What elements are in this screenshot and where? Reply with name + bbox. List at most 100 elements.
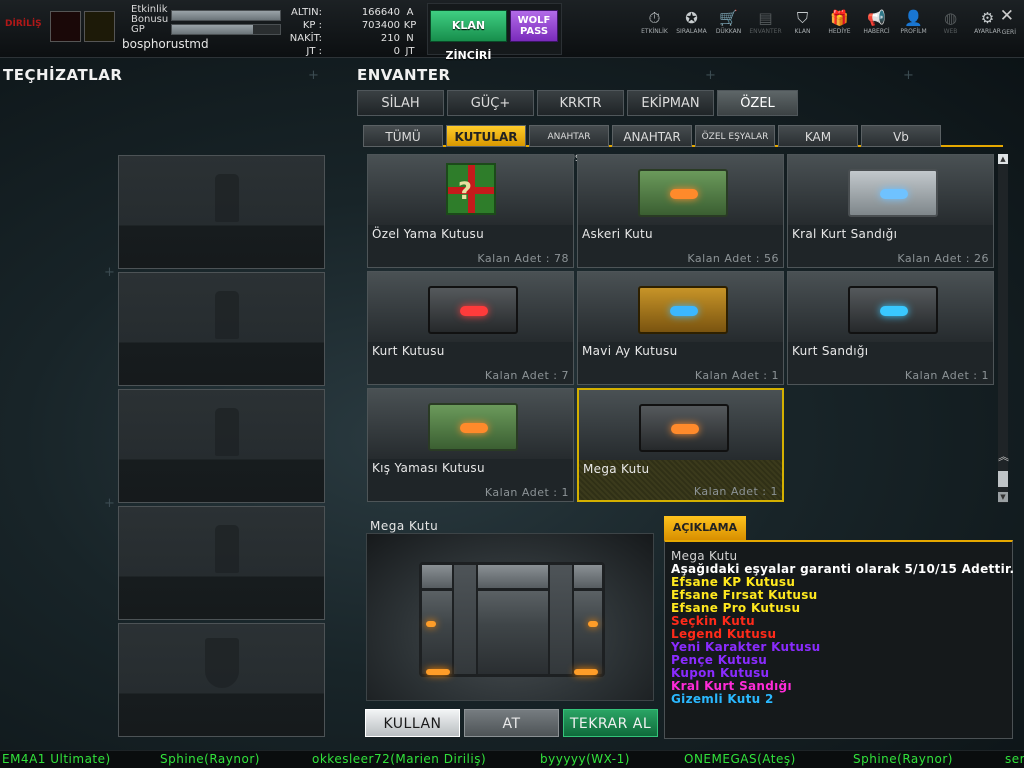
crate-icon (639, 404, 729, 452)
nav-etki̇nli̇k[interactable]: ⏱ ETKİNLİK (636, 9, 673, 35)
nav-label: HEDİYE (828, 28, 851, 35)
ticker-entry: byyyyy(WX-1) (540, 752, 630, 766)
item-card[interactable]: Askeri Kutu Kalan Adet : 56 (577, 154, 784, 268)
equipment-slot-4[interactable] (118, 506, 325, 620)
nav-label: SIRALAMA (676, 28, 707, 35)
selected-item-title: Mega Kutu (370, 519, 439, 533)
subtab-3[interactable]: ANAHTAR (612, 125, 692, 147)
nav-web[interactable]: ◍ WEB (932, 9, 969, 35)
wolf-pass-button[interactable]: WOLF PASS (510, 10, 558, 42)
currency-row: NAKİT: 210 N (282, 32, 424, 45)
spray-can-icon (215, 408, 239, 456)
subtab-4[interactable]: ÖZEL EŞYALAR (695, 125, 775, 147)
currency-unit: N (406, 33, 414, 44)
item-name: Mega Kutu (583, 462, 650, 476)
inventory-title: ENVANTER (357, 66, 451, 84)
item-card[interactable]: Kral Kurt Sandığı Kalan Adet : 26 (787, 154, 994, 268)
item-image (368, 272, 573, 342)
item-card[interactable]: ? Özel Yama Kutusu Kalan Adet : 78 (367, 154, 574, 268)
crate-icon (848, 286, 938, 334)
item-card[interactable]: Kış Yaması Kutusu Kalan Adet : 1 (367, 388, 574, 502)
nav-siralama[interactable]: ✪ SIRALAMA (673, 9, 710, 35)
scroll-thumb[interactable] (998, 471, 1008, 487)
grid-scrollbar[interactable]: ▲ ︽ ▼ (998, 154, 1009, 503)
description-line: Gizemli Kutu 2 (671, 692, 774, 706)
item-card[interactable]: Kurt Kutusu Kalan Adet : 7 (367, 271, 574, 385)
subtab-0[interactable]: TÜMÜ (363, 125, 443, 147)
subtab-1[interactable]: KUTULAR (446, 125, 526, 147)
equipment-slot-1[interactable] (118, 155, 325, 269)
scroll-up-icon[interactable]: ▲ (998, 154, 1008, 164)
stopwatch-icon: ⏱ (648, 9, 661, 27)
top-bar: DİRİLİŞ Etkinlik Bonusu GP bosphorustmd … (0, 0, 1024, 62)
nav-profi̇lm[interactable]: 👤 PROFİLM (895, 9, 932, 35)
subtab-2[interactable]: ANAHTAR KUTUSU (529, 125, 609, 164)
item-image (579, 390, 782, 460)
nav-label: HABERCİ (863, 28, 890, 35)
currency-panel: ALTIN: 166640 A KP : 703400 KP NAKİT: 210 N JT : 0… (282, 6, 424, 58)
crate-light (670, 306, 698, 316)
crate-light (880, 189, 908, 199)
ticker-entry: ser (1005, 752, 1024, 766)
nav-dükkan[interactable]: 🛒 DÜKKAN (710, 9, 747, 35)
tab-2[interactable]: KRKTR (537, 90, 624, 116)
crate-light (670, 189, 698, 199)
klan-chain-button[interactable]: KLAN ZİNCİRİ (430, 10, 507, 62)
nav-label: PROFİLM (900, 28, 927, 35)
crate-light (460, 306, 488, 316)
kill-ticker: EM4A1 Ultimate) Sphine(Raynor) okkesleer72… (0, 750, 1024, 768)
use-button[interactable]: KULLAN (365, 709, 460, 737)
item-count: Kalan Adet : 78 (477, 252, 569, 265)
item-card[interactable]: Kurt Sandığı Kalan Adet : 1 (787, 271, 994, 385)
clan-logo: DİRİLİŞ (3, 11, 47, 42)
nav-label: ETKİNLİK (641, 28, 668, 35)
player-name: bosphorustmd (122, 37, 209, 51)
back-button[interactable]: GERİ (1002, 29, 1016, 36)
buy-again-button[interactable]: TEKRAR AL (563, 709, 658, 737)
equipment-slot-2[interactable] (118, 272, 325, 386)
description-tab[interactable]: AÇIKLAMA (664, 516, 746, 540)
currency-row: KP : 703400 KP (282, 19, 424, 32)
tab-0[interactable]: SİLAH (357, 90, 444, 116)
drop-button[interactable]: AT (464, 709, 559, 737)
currency-unit: A (406, 7, 414, 18)
tab-3[interactable]: EKİPMAN (627, 90, 714, 116)
clan-emblem[interactable] (50, 11, 81, 42)
inventory-icon: ▤ (758, 9, 773, 27)
nav-hedi̇ye[interactable]: 🎁 HEDİYE (821, 9, 858, 35)
gift-icon: 🎁 (830, 9, 849, 27)
item-name: Kral Kurt Sandığı (792, 227, 898, 241)
close-icon[interactable]: ✕ (1000, 6, 1014, 26)
item-card[interactable]: Mavi Ay Kutusu Kalan Adet : 1 (577, 271, 784, 385)
crate-icon (638, 169, 728, 217)
nav-klan[interactable]: ⛉ KLAN (784, 9, 821, 35)
currency-value: 166640 (361, 7, 400, 18)
currency-row: JT : 0 JT (282, 45, 424, 58)
tab-1[interactable]: GÜÇ+ (447, 90, 534, 116)
item-card[interactable]: Mega Kutu Kalan Adet : 1 (577, 388, 784, 502)
tab-4[interactable]: ÖZEL (717, 90, 798, 116)
nav-label: AYARLAR (974, 28, 1001, 35)
item-count: Kalan Adet : 1 (904, 369, 989, 382)
spray-can-icon (215, 525, 239, 573)
ticker-entry: EM4A1 Ultimate) (2, 752, 111, 766)
nav-haberci̇[interactable]: 📢 HABERCİ (858, 9, 895, 35)
subtab-5[interactable]: KAM (778, 125, 858, 147)
subtab-6[interactable]: Vb (861, 125, 941, 147)
item-image (578, 155, 783, 225)
nav-envanter[interactable]: ▤ ENVANTER (747, 9, 784, 35)
currency-label: ALTIN: (291, 7, 322, 18)
equipment-slot-5[interactable] (118, 623, 325, 737)
item-name: Özel Yama Kutusu (372, 227, 485, 241)
nav-label: KLAN (794, 28, 811, 35)
shield-icon (205, 638, 239, 688)
ticker-entry: Sphine(Raynor) (853, 752, 953, 766)
scroll-down-icon[interactable]: ▼ (998, 492, 1008, 502)
scroll-bottom-icon[interactable]: ︽ (998, 451, 1009, 462)
currency-label: NAKİT: (289, 33, 322, 44)
currency-unit: KP (403, 20, 417, 31)
nav-label: ENVANTER (749, 28, 782, 35)
crate-light (460, 423, 488, 433)
equipment-slot-3[interactable] (118, 389, 325, 503)
crate-icon (848, 169, 938, 217)
